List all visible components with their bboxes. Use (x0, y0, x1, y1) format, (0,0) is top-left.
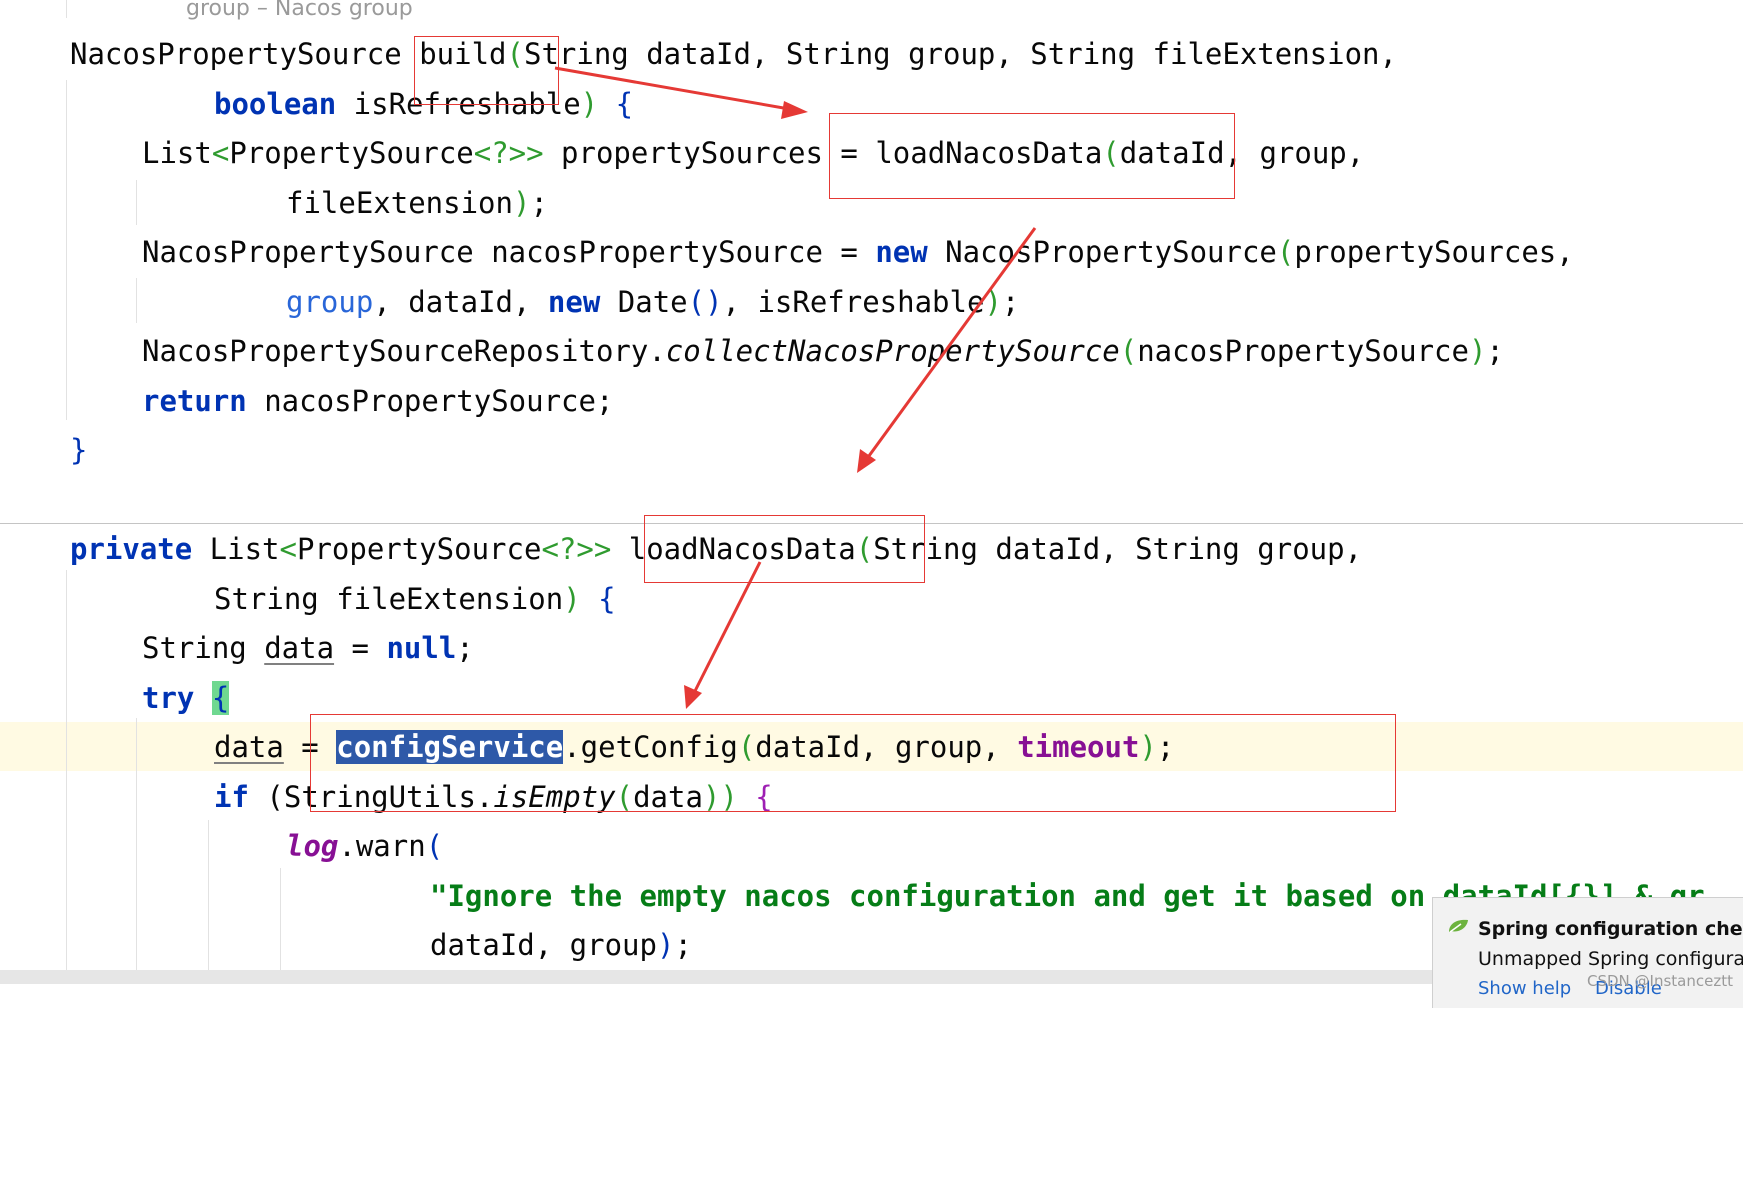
arrow-method-to-getconfig (684, 561, 762, 709)
arrow-load-to-method (857, 227, 1037, 473)
notification-title: Spring configuration check (1478, 918, 1743, 940)
arrow-build-to-load (554, 66, 808, 119)
spring-leaf-icon (1447, 918, 1469, 938)
watermark: CSDN @Instanceztt (1587, 972, 1733, 990)
notification-message: Unmapped Spring configuratio (1478, 948, 1743, 970)
show-help-link[interactable]: Show help (1478, 978, 1571, 999)
annotation-arrows (554, 66, 1037, 709)
spring-config-notification[interactable]: Spring configuration check Unmapped Spri… (1432, 897, 1743, 1008)
